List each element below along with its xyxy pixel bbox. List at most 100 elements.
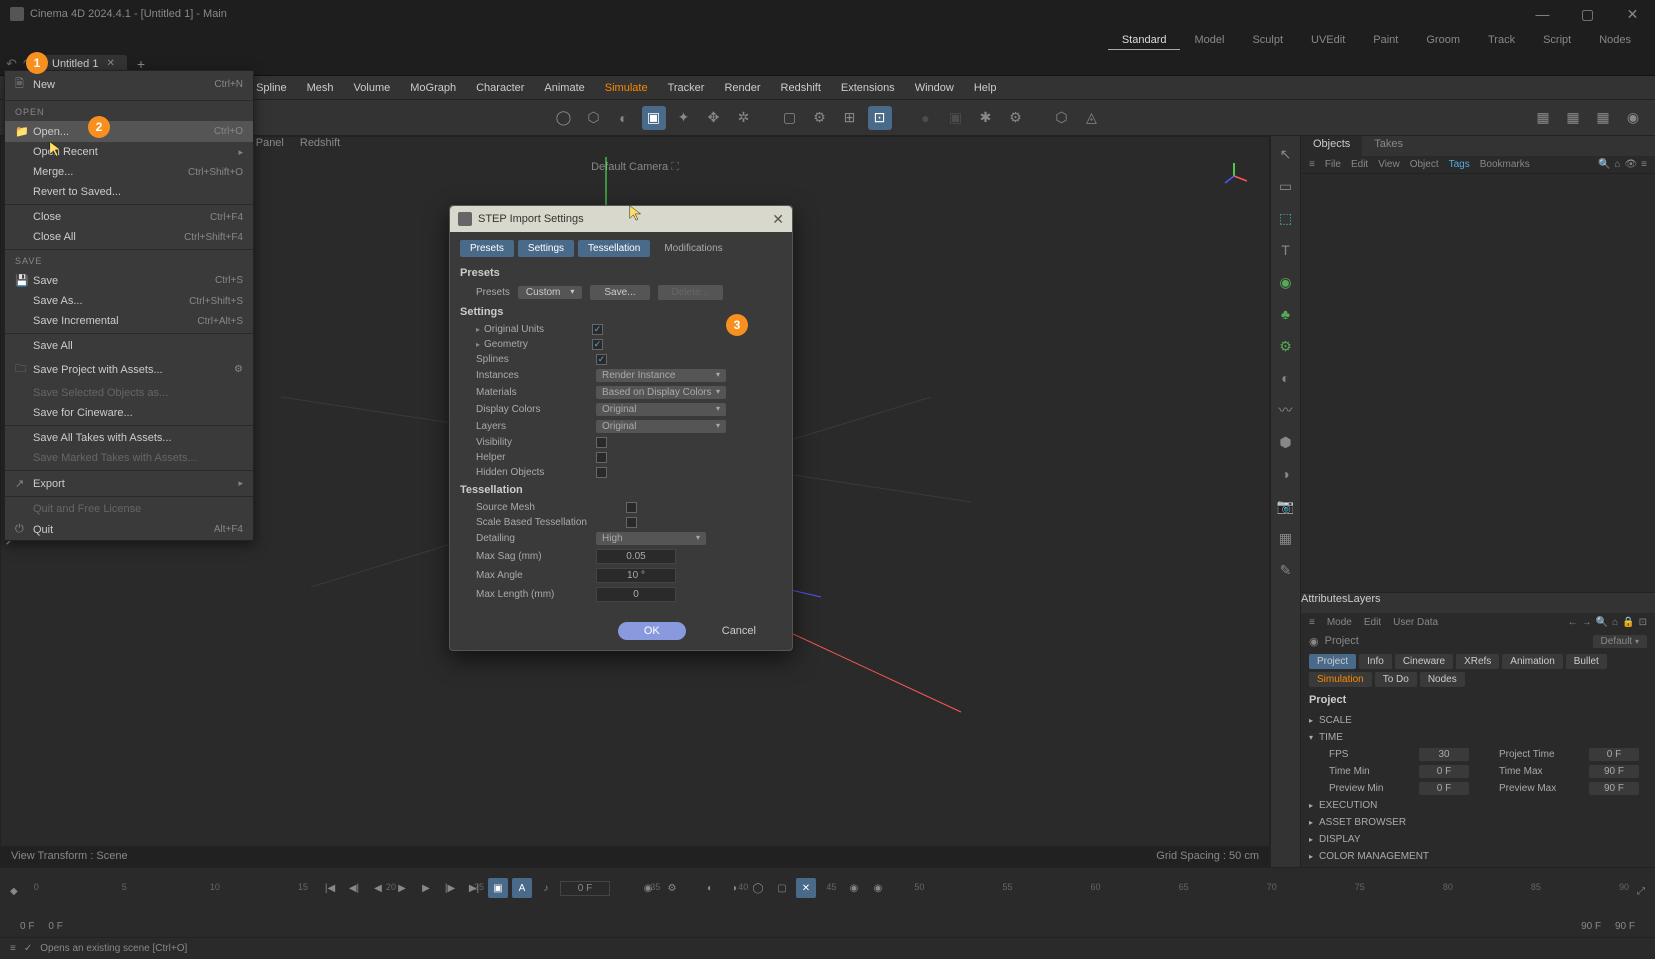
layout-tab-standard[interactable]: Standard: [1108, 31, 1181, 50]
rtool-node-icon[interactable]: ⬢: [1274, 430, 1298, 454]
default-dropdown[interactable]: Default ▾: [1593, 635, 1647, 648]
t2-icon[interactable]: ◑: [724, 878, 744, 898]
attr-menu-mode[interactable]: Mode: [1327, 617, 1352, 628]
menu-save-takes[interactable]: Save All Takes with Assets...: [5, 428, 253, 448]
dtab-tessellation[interactable]: Tessellation: [578, 240, 650, 257]
prev-key-icon[interactable]: ◀|: [344, 878, 364, 898]
rtool-edit-icon[interactable]: ✎: [1274, 558, 1298, 582]
preview-max-input[interactable]: 90 F: [1589, 782, 1639, 795]
objects-tab[interactable]: Objects: [1301, 136, 1362, 156]
tool-render3-icon[interactable]: ▦: [1591, 106, 1615, 130]
rtool-rect-icon[interactable]: ▭: [1274, 174, 1298, 198]
max-angle-input[interactable]: 10 °: [596, 568, 676, 583]
grp-color[interactable]: ▸COLOR MANAGEMENT: [1309, 848, 1647, 865]
layers-dropdown[interactable]: Original▾: [596, 420, 726, 433]
tool-cube-icon[interactable]: ◯: [552, 106, 576, 130]
tool-asterisk-icon[interactable]: ✱: [974, 106, 998, 130]
frame-end[interactable]: 90 F: [1581, 921, 1601, 932]
key-icon[interactable]: A: [512, 878, 532, 898]
st-nodes[interactable]: Nodes: [1420, 672, 1465, 687]
menu-help[interactable]: Help: [964, 78, 1007, 98]
tool-render2-icon[interactable]: ▦: [1561, 106, 1585, 130]
presets-save-button[interactable]: Save...: [590, 285, 649, 300]
menu-save-as[interactable]: Save As...Ctrl+Shift+S: [5, 291, 253, 311]
frame-start2[interactable]: 0 F: [48, 921, 62, 932]
menu-open-recent[interactable]: Open Recent▸: [5, 142, 253, 162]
tool-snap-icon[interactable]: ⊡: [868, 106, 892, 130]
frame-end2[interactable]: 90 F: [1615, 921, 1635, 932]
grp-execution[interactable]: ▸EXECUTION: [1309, 797, 1647, 814]
rtool-sphere-icon[interactable]: ◉: [1274, 270, 1298, 294]
menu-merge[interactable]: Merge...Ctrl+Shift+O: [5, 162, 253, 182]
search-icon[interactable]: 🔍: [1598, 159, 1610, 170]
dtab-settings[interactable]: Settings: [518, 240, 574, 257]
tool-render-icon[interactable]: ●: [914, 106, 938, 130]
source-mesh-checkbox[interactable]: [626, 502, 637, 513]
tool-gear-icon[interactable]: ⚙: [808, 106, 832, 130]
home-icon[interactable]: ⌂: [1614, 159, 1620, 170]
tool-render-settings-icon[interactable]: ◉: [1621, 106, 1645, 130]
st-bullet[interactable]: Bullet: [1566, 654, 1607, 669]
attr-fwd-icon[interactable]: →: [1582, 617, 1592, 628]
layout-tab-paint[interactable]: Paint: [1359, 31, 1412, 50]
autokey-icon[interactable]: ▣: [488, 878, 508, 898]
menu-quit[interactable]: ⏻QuitAlt+F4: [5, 519, 253, 540]
tool-generator-icon[interactable]: ✦: [672, 106, 696, 130]
attr-menu-userdata[interactable]: User Data: [1393, 617, 1438, 628]
goto-start-icon[interactable]: |◀: [320, 878, 340, 898]
close-button[interactable]: ✕: [1610, 0, 1655, 28]
menu-export[interactable]: ↗Export▸: [5, 473, 253, 494]
attr-menu-edit[interactable]: Edit: [1364, 617, 1381, 628]
helper-checkbox[interactable]: [596, 452, 607, 463]
rtool-light-icon[interactable]: ◑: [1274, 462, 1298, 486]
rtool-gear-icon[interactable]: ⚙: [1274, 334, 1298, 358]
vp-redshift[interactable]: Redshift: [300, 137, 340, 157]
maximize-button[interactable]: ▢: [1565, 0, 1610, 28]
menu-save-cineware[interactable]: Save for Cineware...: [5, 403, 253, 423]
obj-menu-object[interactable]: Object: [1410, 159, 1439, 170]
list-icon[interactable]: ≡: [1641, 159, 1647, 170]
tool-null-icon[interactable]: ▢: [778, 106, 802, 130]
menu-new[interactable]: 🗎NewCtrl+N: [5, 71, 253, 98]
attr-search-icon[interactable]: 🔍: [1596, 617, 1608, 628]
attr-tab-layers[interactable]: Layers: [1347, 593, 1380, 613]
tool-plane-icon[interactable]: ⬡: [1050, 106, 1074, 130]
goto-end-icon[interactable]: ▶|: [464, 878, 484, 898]
menu-save[interactable]: 💾SaveCtrl+S: [5, 270, 253, 291]
menu-redshift[interactable]: Redshift: [771, 78, 831, 98]
st-info[interactable]: Info: [1359, 654, 1392, 669]
dialog-titlebar[interactable]: STEP Import Settings ✕: [450, 206, 792, 232]
display-colors-dropdown[interactable]: Original▾: [596, 403, 726, 416]
tool-move-icon[interactable]: ✥: [702, 106, 726, 130]
rtool-cube-icon[interactable]: ⬚: [1274, 206, 1298, 230]
menu-character[interactable]: Character: [466, 78, 534, 98]
menu-simulate[interactable]: Simulate: [595, 78, 658, 98]
st-project[interactable]: Project: [1309, 654, 1356, 669]
st-animation[interactable]: Animation: [1502, 654, 1562, 669]
attr-lock-icon[interactable]: 🔒: [1622, 617, 1634, 628]
attr-tab-attributes[interactable]: Attributes: [1301, 593, 1347, 613]
tool-poly-icon[interactable]: ◬: [1080, 106, 1104, 130]
scale-tess-checkbox[interactable]: [626, 517, 637, 528]
layout-tab-uvedit[interactable]: UVEdit: [1297, 31, 1359, 50]
objects-area[interactable]: [1301, 174, 1655, 592]
sound-icon[interactable]: ♪: [536, 878, 556, 898]
menu-save-inc[interactable]: Save IncrementalCtrl+Alt+S: [5, 311, 253, 331]
st-todo[interactable]: To Do: [1375, 672, 1417, 687]
next-frame-icon[interactable]: ▶: [416, 878, 436, 898]
menu-extensions[interactable]: Extensions: [831, 78, 905, 98]
grp-scale[interactable]: ▸SCALE: [1309, 712, 1647, 729]
layout-tab-groom[interactable]: Groom: [1412, 31, 1474, 50]
obj-menu-icon[interactable]: ≡: [1309, 159, 1315, 170]
tool-primitive-icon[interactable]: ▣: [642, 106, 666, 130]
menu-animate[interactable]: Animate: [534, 78, 594, 98]
st-simulation[interactable]: Simulation: [1309, 672, 1372, 687]
original-units-checkbox[interactable]: [592, 324, 603, 335]
next-key-icon[interactable]: |▶: [440, 878, 460, 898]
menu-mesh[interactable]: Mesh: [297, 78, 344, 98]
b1-icon[interactable]: ◉: [844, 878, 864, 898]
layout-tab-model[interactable]: Model: [1180, 31, 1238, 50]
obj-menu-bookmarks[interactable]: Bookmarks: [1480, 159, 1530, 170]
rtool-brush-icon[interactable]: ◐: [1274, 366, 1298, 390]
rtool-text-icon[interactable]: T: [1274, 238, 1298, 262]
